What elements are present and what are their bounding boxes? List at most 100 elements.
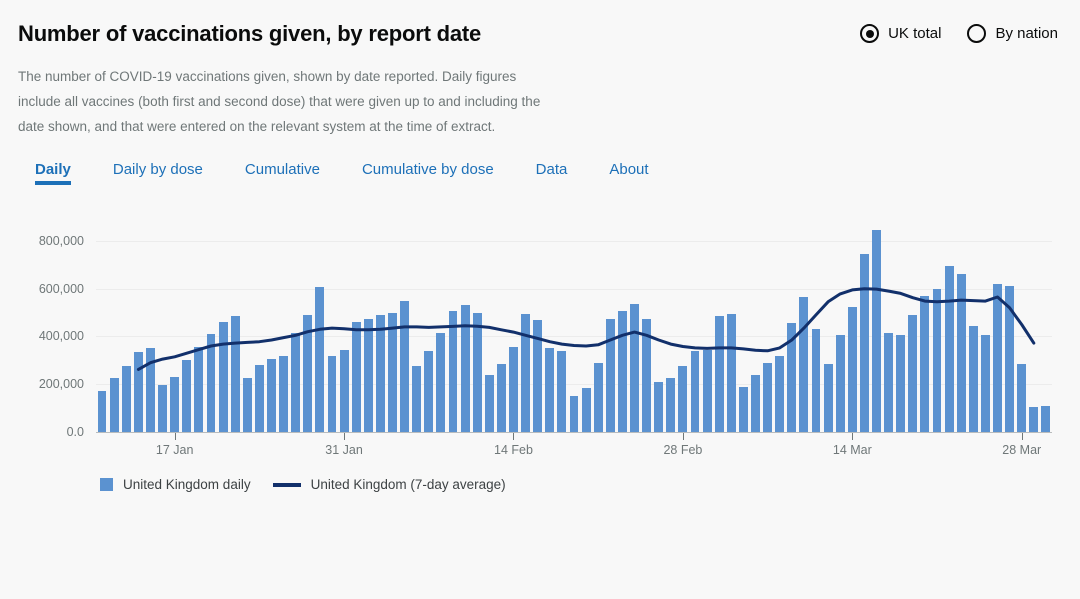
page-title: Number of vaccinations given, by report … [18,21,482,46]
bar[interactable] [242,378,252,432]
bar[interactable] [218,322,228,432]
bar[interactable] [787,323,797,432]
bar-series [96,217,1052,432]
bar[interactable] [678,366,688,432]
bar[interactable] [738,386,748,432]
bar[interactable] [763,362,773,432]
bar[interactable] [617,311,627,432]
tab-cumulative-by-dose[interactable]: Cumulative by dose [341,157,515,185]
bar[interactable] [388,312,397,432]
bar[interactable] [146,348,155,432]
bar[interactable] [448,311,458,432]
bar[interactable] [254,365,264,432]
x-axis-tick-mark [682,433,684,440]
bar[interactable] [956,274,966,432]
bar[interactable] [569,396,579,432]
bar[interactable] [424,350,434,432]
legend-label-daily: United Kingdom daily [123,477,251,492]
bar[interactable] [509,347,518,432]
bar[interactable] [521,313,531,432]
scope-radio-group[interactable]: UK total By nation [860,20,1058,43]
tab-data[interactable]: Data [515,157,589,185]
tab-daily-by-dose[interactable]: Daily by dose [92,157,224,185]
bar[interactable] [279,355,288,432]
bar[interactable] [557,350,567,432]
bar[interactable] [351,322,361,432]
bar[interactable] [400,300,410,432]
bar[interactable] [896,335,906,432]
bar[interactable] [690,350,700,432]
bar[interactable] [194,347,204,432]
bar[interactable] [472,312,482,432]
tab-bar[interactable]: Daily Daily by dose Cumulative Cumulativ… [14,157,1080,185]
bar[interactable] [303,314,313,432]
legend-bar-swatch-icon [100,478,113,491]
bar[interactable] [339,349,349,432]
bar[interactable] [980,335,990,432]
bar[interactable] [315,287,325,432]
bar[interactable] [751,374,760,432]
bar[interactable] [847,306,857,432]
bar[interactable] [206,334,216,432]
bar[interactable] [714,316,724,432]
bar[interactable] [654,381,664,432]
bar[interactable] [158,385,167,432]
tab-daily[interactable]: Daily [14,157,92,185]
tab-about[interactable]: About [588,157,669,185]
bar[interactable] [872,230,881,432]
bar[interactable] [545,348,555,432]
bar[interactable] [121,366,131,432]
bar[interactable] [267,359,276,432]
bar[interactable] [1017,363,1027,432]
bar[interactable] [291,332,301,432]
bar[interactable] [170,377,180,432]
bar[interactable] [375,314,385,432]
bar[interactable] [908,314,918,432]
bar[interactable] [412,366,422,432]
bar[interactable] [1041,405,1051,432]
bar[interactable] [436,332,446,432]
bar[interactable] [1005,286,1015,432]
bar[interactable] [799,297,809,432]
bar[interactable] [327,355,337,432]
x-axis-tick-mark [344,433,346,440]
bar[interactable] [702,349,712,432]
bar[interactable] [363,318,373,432]
bar[interactable] [630,304,639,432]
bar[interactable] [496,363,506,432]
bar[interactable] [533,319,543,432]
bar[interactable] [944,265,954,432]
bar[interactable] [884,332,894,432]
bar[interactable] [97,391,107,432]
bar[interactable] [835,335,845,432]
bar[interactable] [859,254,869,432]
bar[interactable] [920,295,930,432]
bar[interactable] [1029,406,1039,432]
bar[interactable] [968,325,978,432]
tab-cumulative[interactable]: Cumulative [224,157,341,185]
bar[interactable] [823,363,833,432]
plot-area [96,217,1052,432]
bar[interactable] [460,305,470,432]
x-axis-tick-label: 17 Jan [155,443,194,457]
bar[interactable] [182,360,192,432]
bar[interactable] [230,316,240,432]
bar[interactable] [484,374,494,432]
legend-item-average[interactable]: United Kingdom (7-day average) [272,477,506,492]
radio-option-uk-total[interactable]: UK total [860,24,941,43]
bar[interactable] [726,313,736,432]
bar[interactable] [109,378,119,432]
bar[interactable] [811,329,821,432]
bar[interactable] [605,318,615,432]
x-axis-tick-mark [174,433,176,440]
bar[interactable] [593,362,603,432]
legend-item-daily[interactable]: United Kingdom daily [100,477,251,492]
bar[interactable] [133,351,143,432]
bar[interactable] [666,378,676,432]
radio-option-by-nation[interactable]: By nation [967,24,1058,43]
bar[interactable] [775,355,785,432]
bar[interactable] [581,387,591,432]
bar[interactable] [993,283,1002,432]
bar[interactable] [642,318,652,432]
bar[interactable] [932,288,942,432]
